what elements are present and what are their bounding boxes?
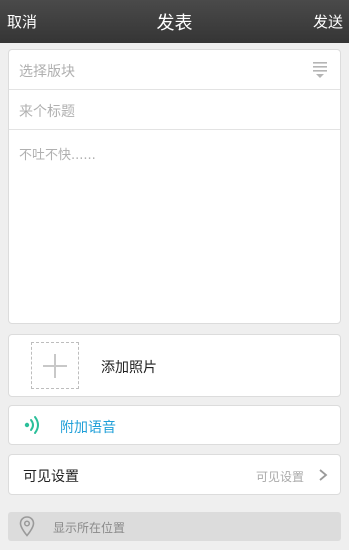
visibility-value: 可见设置	[255, 470, 304, 484]
attach-voice-button[interactable]: 附加语音	[8, 405, 341, 445]
visibility-settings-row[interactable]: 可见设置 可见设置	[8, 454, 341, 495]
body-placeholder: 不吐不快......	[19, 148, 96, 163]
page-title: 发表	[156, 13, 193, 34]
add-photo-label: 添加照片	[101, 360, 157, 376]
body-textarea[interactable]: 不吐不快......	[9, 130, 340, 323]
visibility-label: 可见设置	[23, 469, 79, 485]
add-photo-button[interactable]	[31, 342, 79, 389]
title-field[interactable]: 来个标题	[9, 90, 340, 130]
attach-voice-label: 附加语音	[60, 420, 116, 436]
send-button[interactable]: 发送	[313, 11, 343, 32]
compose-card: 选择版块 来个标题 不吐不快......	[8, 49, 341, 324]
filter-icon[interactable]	[312, 60, 328, 80]
board-selector[interactable]: 选择版块	[9, 50, 340, 90]
sound-wave-icon	[24, 416, 39, 434]
location-label: 显示所在位置	[53, 521, 126, 535]
add-photo-card[interactable]: 添加照片	[8, 334, 341, 397]
title-placeholder: 来个标题	[19, 104, 75, 120]
location-pin-icon	[19, 516, 35, 537]
plus-icon-vertical	[54, 354, 56, 378]
show-location-toggle[interactable]: 显示所在位置	[8, 512, 341, 541]
top-nav-bar: 取消 发表 发送	[0, 0, 349, 43]
board-placeholder: 选择版块	[19, 64, 75, 80]
chevron-right-icon	[319, 469, 328, 481]
